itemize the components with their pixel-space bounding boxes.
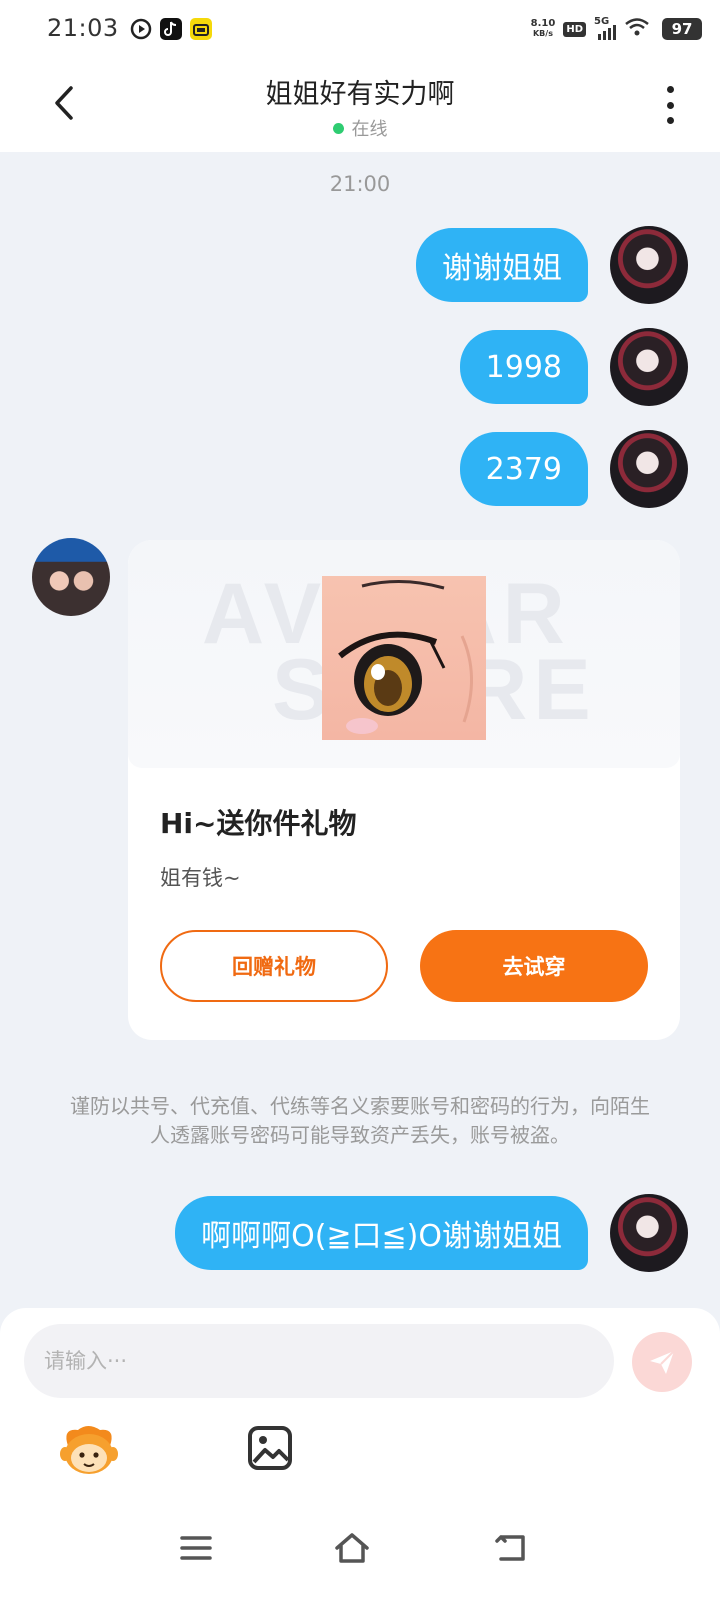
signal-5g-icon: 5G <box>594 16 616 40</box>
status-app-icons <box>130 15 212 43</box>
back-nav-button[interactable] <box>490 1530 530 1566</box>
message-bubble[interactable]: 啊啊啊O(≧口≦)O谢谢姐姐 <box>175 1196 588 1270</box>
battery-indicator: 97 <box>662 18 702 40</box>
image-picker-icon[interactable] <box>246 1424 294 1472</box>
play-icon <box>130 18 152 40</box>
message-row: 啊啊啊O(≧口≦)O谢谢姐姐 <box>175 1194 688 1272</box>
send-icon <box>650 1350 675 1374</box>
wifi-icon <box>624 17 650 41</box>
status-time: 21:03 <box>47 14 119 42</box>
chat-header: 姐姐好有实力啊 在线 <box>0 58 720 152</box>
chat-title-area: 姐姐好有实力啊 在线 <box>160 72 560 141</box>
system-nav-bar <box>0 1500 720 1600</box>
message-row: 2379 <box>459 430 688 508</box>
gift-subtitle: 姐有钱~ <box>160 866 241 890</box>
my-avatar[interactable] <box>610 1194 688 1272</box>
gift-card: AVATAR STORE Hi~送你件礼物 姐有钱~ 回赠礼物 去试穿 <box>128 540 680 1040</box>
message-input[interactable] <box>24 1324 614 1398</box>
online-dot <box>332 122 344 134</box>
message-timestamp: 21:00 <box>329 172 391 196</box>
message-bubble[interactable]: 谢谢姐姐 <box>416 228 588 302</box>
gift-banner: AVATAR STORE <box>128 540 680 768</box>
yellow-app-icon <box>190 18 212 40</box>
send-button[interactable] <box>632 1332 692 1392</box>
gift-image[interactable] <box>322 576 486 740</box>
home-nav-button[interactable] <box>332 1530 372 1566</box>
hd-badge: HD <box>563 21 586 37</box>
message-row: 谢谢姐姐 <box>416 226 688 304</box>
mascot-emoji-icon[interactable] <box>58 1422 120 1478</box>
chat-title: 姐姐好有实力啊 <box>265 79 455 110</box>
gift-title: Hi~送你件礼物 <box>160 807 357 840</box>
menu-icon <box>180 1536 212 1560</box>
online-status: 在线 <box>160 115 560 141</box>
back-arrow-icon <box>495 1535 525 1561</box>
status-indicators: 8.10 KB/s HD 5G <box>531 16 650 42</box>
tiktok-icon <box>160 18 182 40</box>
message-row: 1998 <box>459 328 688 406</box>
my-avatar[interactable] <box>610 430 688 508</box>
return-gift-button[interactable]: 回赠礼物 <box>160 930 388 1002</box>
contact-avatar[interactable] <box>32 538 110 616</box>
home-icon <box>335 1533 369 1563</box>
menu-nav-button[interactable] <box>176 1530 216 1566</box>
my-avatar[interactable] <box>610 226 688 304</box>
back-button[interactable] <box>44 80 84 126</box>
try-on-button[interactable]: 去试穿 <box>420 930 648 1002</box>
message-bubble[interactable]: 1998 <box>459 330 588 404</box>
message-bubble[interactable]: 2379 <box>459 432 588 506</box>
online-status-label: 在线 <box>351 119 388 140</box>
more-options-button[interactable] <box>658 82 682 128</box>
chevron-left-icon <box>55 86 73 120</box>
security-warning: 谨防以共号、代充值、代练等名义索要账号和密码的行为，向陌生人透露账号密码可能导致… <box>70 1094 650 1147</box>
network-speed: 8.10 KB/s <box>530 18 556 39</box>
my-avatar[interactable] <box>610 328 688 406</box>
status-bar: 21:03 8.10 KB/s HD 5G 97 <box>0 0 720 58</box>
